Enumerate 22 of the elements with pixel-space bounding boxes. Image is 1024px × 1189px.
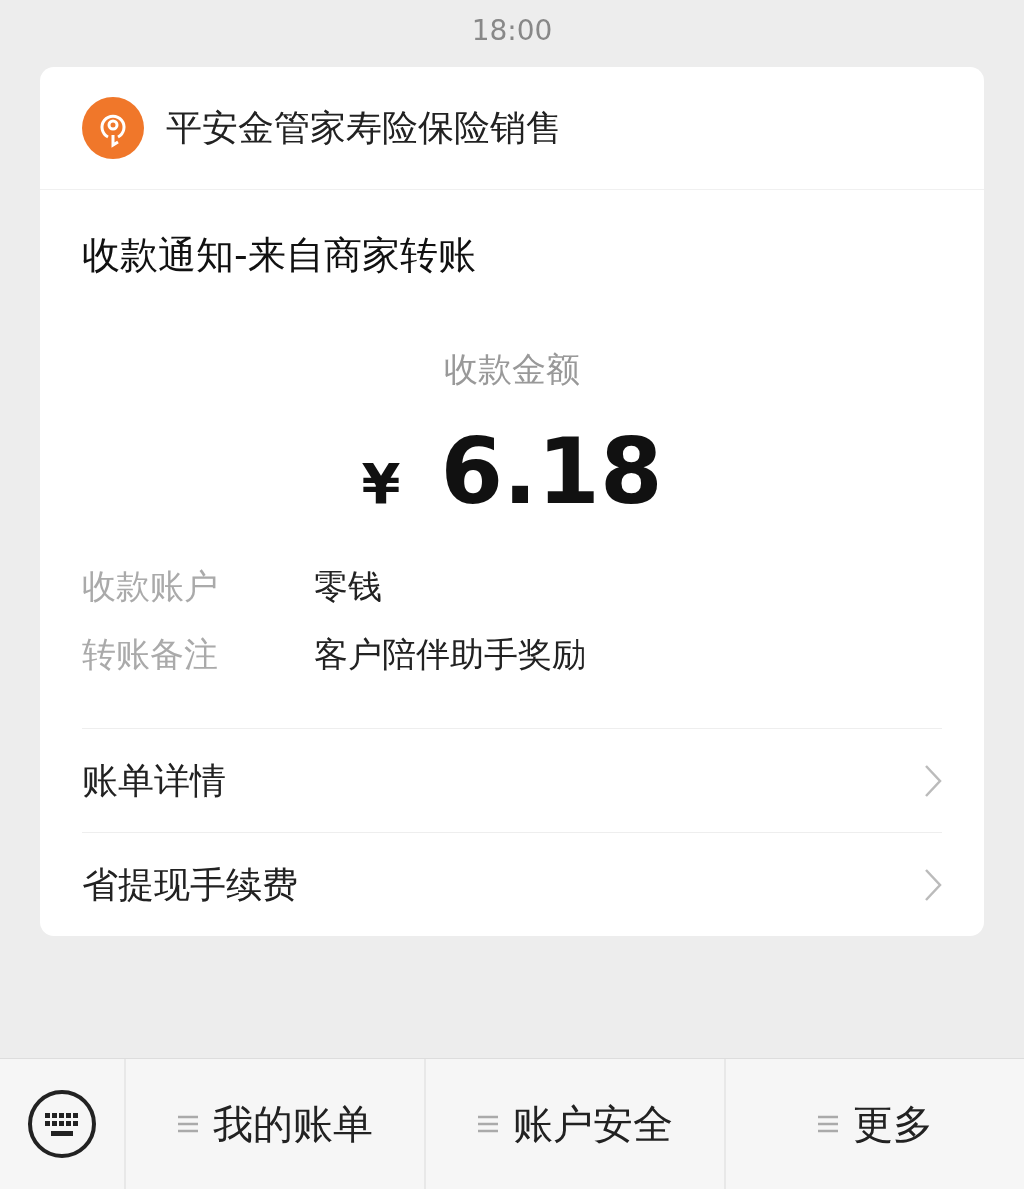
currency-symbol: ¥ xyxy=(361,451,401,516)
menu-bar-item[interactable]: 更多 xyxy=(724,1059,1024,1189)
menu-icon xyxy=(817,1113,839,1135)
field-label: 转账备注 xyxy=(82,633,219,676)
link-row[interactable]: 省提现手续费 xyxy=(82,832,942,937)
chevron-right-icon xyxy=(924,867,942,902)
link-row[interactable]: 账单详情 xyxy=(82,728,942,833)
sender-name: 平安金管家寿险保险销售 xyxy=(166,105,562,150)
message-title: 收款通知-来自商家转账 xyxy=(82,232,477,279)
chevron-right-icon xyxy=(924,763,942,798)
menu-bar-item[interactable]: 我的账单 xyxy=(124,1059,424,1189)
amount-label: 收款金额 xyxy=(444,348,580,391)
field-value: 零钱 xyxy=(314,565,382,608)
field-label: 收款账户 xyxy=(82,565,219,608)
field-value: 客户陪伴助手奖励 xyxy=(314,633,586,676)
status-time: 18:00 xyxy=(471,13,553,49)
key-logo-icon xyxy=(82,97,144,159)
keyboard-icon xyxy=(27,1089,97,1159)
menu-bar-item[interactable]: 账户安全 xyxy=(424,1059,724,1189)
menu-icon xyxy=(177,1113,199,1135)
menu-icon xyxy=(477,1113,499,1135)
amount-value: 6.18 xyxy=(440,419,663,524)
